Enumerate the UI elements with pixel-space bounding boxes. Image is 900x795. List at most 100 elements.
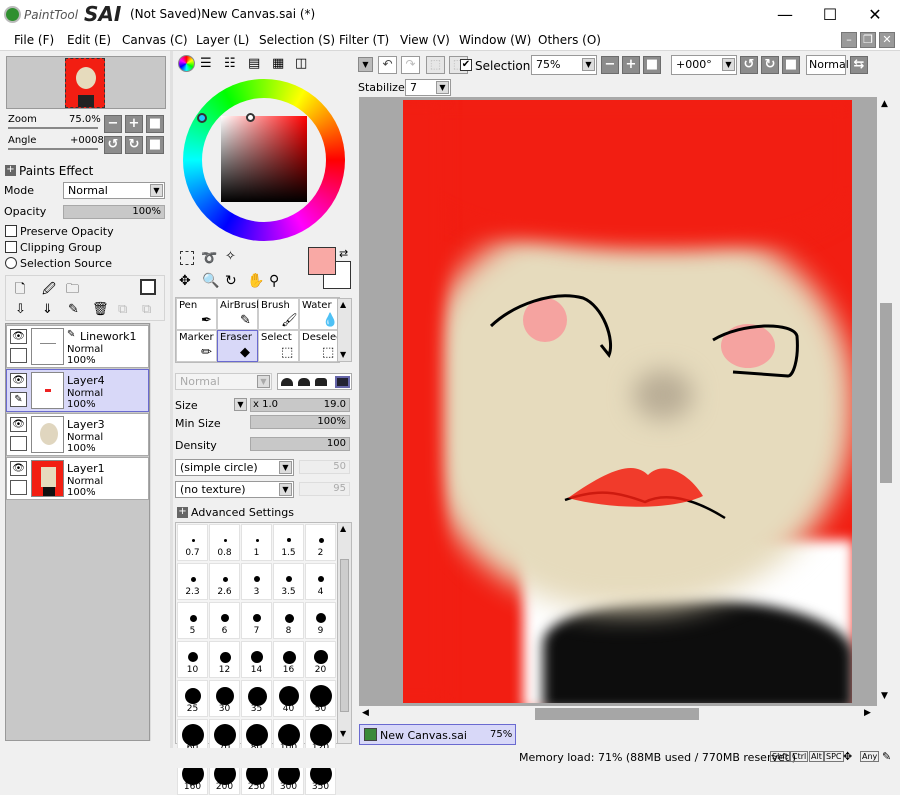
navigator-preview[interactable]: [6, 56, 166, 109]
size-slider[interactable]: x 1.0 19.0: [250, 398, 350, 412]
zoom-out-button[interactable]: −: [104, 115, 122, 133]
rotate-left-button[interactable]: ↺: [104, 136, 122, 154]
minimize-button[interactable]: —: [763, 0, 807, 30]
layer-row-linework1[interactable]: 👁 ✎ Linework1 Normal 100%: [6, 325, 149, 368]
vertical-scroll-thumb[interactable]: [880, 303, 892, 483]
toolbar-zoom-in-button[interactable]: +: [622, 56, 640, 74]
brush-size-cell[interactable]: 20: [305, 641, 336, 678]
tool-marker[interactable]: Marker ✏: [176, 330, 217, 362]
tip-sharp-icon[interactable]: [281, 378, 293, 386]
advanced-settings-label[interactable]: Advanced Settings: [191, 506, 294, 519]
brush-size-cell[interactable]: 7: [241, 602, 272, 639]
brush-size-cell[interactable]: 40: [273, 680, 304, 717]
brush-size-cell[interactable]: 0.7: [177, 524, 208, 561]
brush-size-cell[interactable]: 30: [209, 680, 240, 717]
brush-size-cell[interactable]: 0.8: [209, 524, 240, 561]
tool-blend-select[interactable]: Normal ▼: [175, 373, 272, 390]
mdi-close-button[interactable]: ✕: [879, 32, 895, 48]
layer-row-layer3[interactable]: 👁 Layer3 Normal 100%: [6, 413, 149, 456]
scroll-left-icon[interactable]: ◀: [362, 708, 369, 718]
flip-horizontal-button[interactable]: ⇆: [850, 56, 868, 74]
preserve-opacity-checkbox[interactable]: [5, 225, 17, 237]
tool-eraser[interactable]: Eraser ◆: [217, 330, 258, 362]
toolbar-zoom-out-button[interactable]: −: [601, 56, 619, 74]
scroll-down-icon[interactable]: ▼: [881, 691, 888, 701]
angle-select[interactable]: +000° ▼: [671, 55, 737, 75]
maximize-button[interactable]: ☐: [808, 0, 852, 30]
lock-icon[interactable]: [10, 480, 27, 495]
eye-icon[interactable]: 👁: [10, 417, 27, 432]
stabilizer-select[interactable]: 7 ▼: [405, 79, 451, 96]
layer-mask-icon[interactable]: [140, 279, 156, 295]
tip-soft-icon[interactable]: [315, 378, 327, 386]
brush-size-cell[interactable]: 4: [305, 563, 336, 600]
move-icon[interactable]: ✥: [179, 273, 191, 289]
mode-select[interactable]: Normal ▼: [63, 182, 165, 199]
zoom-slider[interactable]: [8, 127, 98, 129]
texture-strength-slider[interactable]: 95: [299, 482, 350, 496]
zoom-reset-button[interactable]: ■: [146, 115, 164, 133]
eye-icon[interactable]: 👁: [10, 373, 27, 388]
rotate-reset-button[interactable]: ■: [146, 136, 164, 154]
advanced-expand-icon[interactable]: +: [177, 507, 188, 518]
shape-strength-slider[interactable]: 50: [299, 460, 350, 474]
merge-down-icon[interactable]: ⇓: [42, 302, 53, 317]
tool-brush[interactable]: Brush 🖌: [258, 298, 299, 330]
brush-size-cell[interactable]: 12: [209, 641, 240, 678]
hsv-slider-tab-icon[interactable]: ☷: [224, 57, 236, 70]
scroll-up-icon[interactable]: ▲: [340, 300, 346, 309]
brush-size-cell[interactable]: 35: [241, 680, 272, 717]
brush-size-cell[interactable]: 10: [177, 641, 208, 678]
new-linework-layer-icon[interactable]: 🖉: [42, 280, 56, 302]
sv-cursor[interactable]: [246, 113, 255, 122]
tool-water[interactable]: Water 💧: [299, 298, 340, 330]
swap-colors-icon[interactable]: ⇄: [339, 247, 348, 260]
eye-icon[interactable]: 👁: [10, 461, 27, 476]
canvas-viewport[interactable]: [359, 97, 877, 706]
mdi-restore-button[interactable]: ❐: [860, 32, 876, 48]
zoom-select[interactable]: 75% ▼: [531, 55, 597, 75]
tool-deselect[interactable]: Deselect ⬚: [299, 330, 346, 362]
tip-medium-icon[interactable]: [298, 378, 310, 386]
brush-tip-selector[interactable]: [277, 373, 352, 390]
pen-edit-icon[interactable]: ✎: [10, 392, 27, 407]
zoom-icon[interactable]: 🔍: [202, 273, 219, 289]
view-blend-select[interactable]: Normal: [806, 55, 849, 75]
scroll-up-icon[interactable]: ▲: [881, 99, 888, 109]
clipping-group-checkbox[interactable]: [5, 241, 17, 253]
color-wheel-tab-icon[interactable]: [178, 55, 195, 72]
canvas-tab[interactable]: New Canvas.sai 75%: [359, 724, 516, 745]
saturation-value-square[interactable]: [221, 113, 307, 202]
size-multiplier-arrow[interactable]: ▼: [234, 398, 247, 411]
canvas-drawing[interactable]: [403, 100, 852, 703]
angle-slider[interactable]: [8, 148, 98, 150]
brush-size-cell[interactable]: 2: [305, 524, 336, 561]
scroll-right-icon[interactable]: ▶: [864, 708, 871, 718]
show-selection-checkbox[interactable]: ✔: [460, 59, 472, 71]
magic-wand-icon[interactable]: ✧: [225, 249, 236, 264]
brush-size-cell[interactable]: 1: [241, 524, 272, 561]
toolbar-rotate-reset-button[interactable]: ■: [782, 56, 800, 74]
brush-size-cell[interactable]: 50: [305, 680, 336, 717]
menu-filter[interactable]: Filter (T): [339, 33, 389, 47]
tool-select[interactable]: Select ⬚: [258, 330, 299, 362]
zoom-in-button[interactable]: +: [125, 115, 143, 133]
palette-tab-icon[interactable]: ▦: [272, 57, 284, 70]
brush-size-cell[interactable]: 16: [273, 641, 304, 678]
brush-size-cell[interactable]: 5: [177, 602, 208, 639]
menu-others[interactable]: Others (O): [538, 33, 601, 47]
tool-grid-scrollbar[interactable]: ▲ ▼: [337, 298, 352, 362]
transfer-down-icon[interactable]: ⇩: [15, 302, 26, 317]
scroll-thumb[interactable]: [340, 559, 349, 712]
brush-size-cell[interactable]: 2.6: [209, 563, 240, 600]
rgb-slider-tab-icon[interactable]: ☰: [200, 57, 212, 70]
close-button[interactable]: ✕: [853, 0, 897, 30]
horizontal-scroll-thumb[interactable]: [535, 708, 699, 720]
lock-icon[interactable]: [10, 348, 27, 363]
mdi-minimize-button[interactable]: –: [841, 32, 857, 48]
lock-icon[interactable]: [10, 436, 27, 451]
toolbar-rotate-left-button[interactable]: ↺: [740, 56, 758, 74]
eye-icon[interactable]: 👁: [10, 329, 27, 344]
brush-size-cell[interactable]: 1.5: [273, 524, 304, 561]
expand-icon[interactable]: +: [5, 165, 16, 176]
